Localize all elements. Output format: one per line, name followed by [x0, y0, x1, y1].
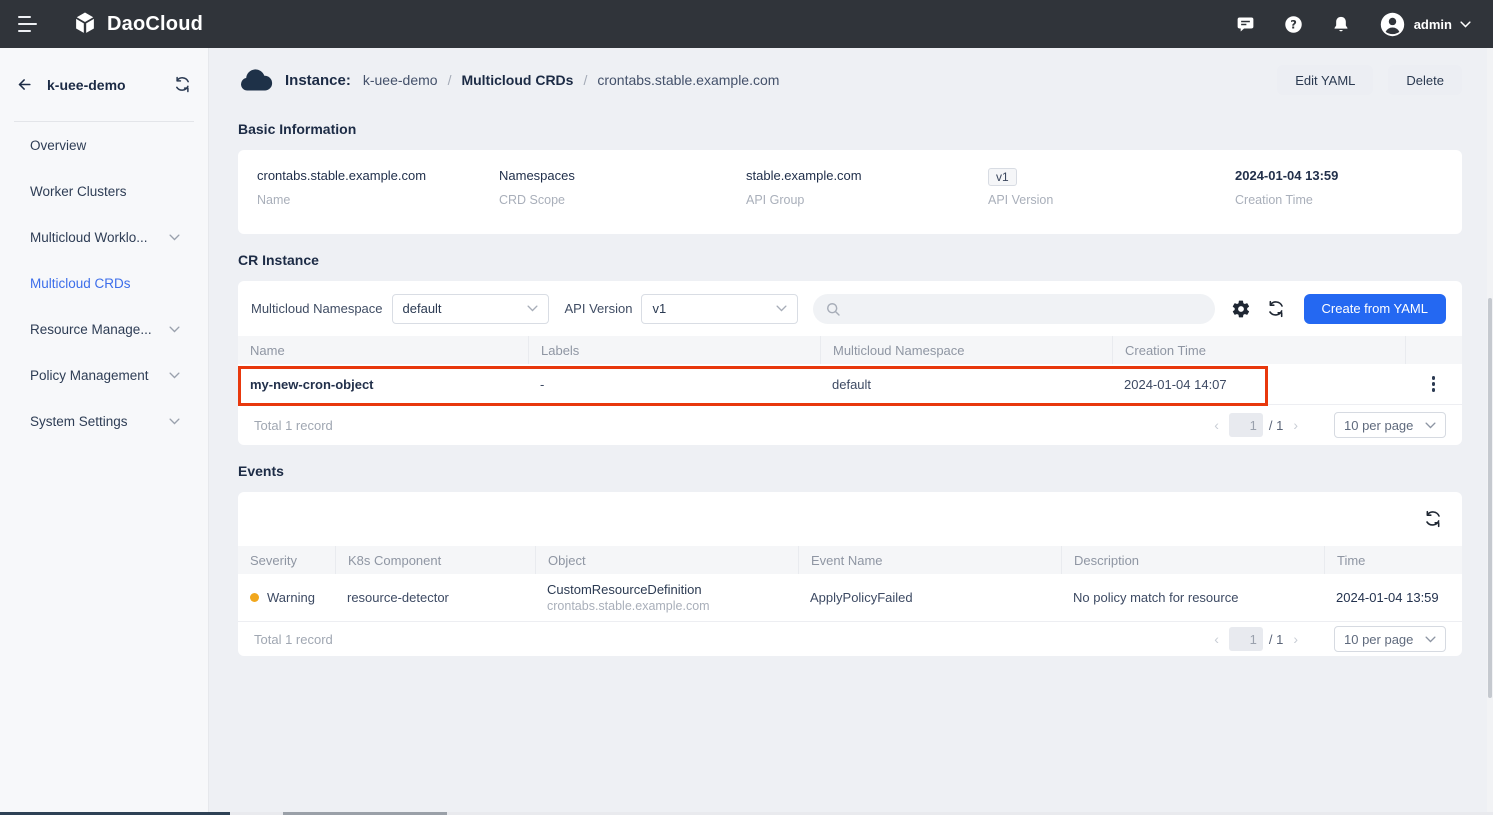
breadcrumb-crd-name: crontabs.stable.example.com	[597, 72, 779, 88]
svg-text:?: ?	[1290, 17, 1297, 31]
cr-namespace: default	[820, 377, 1112, 392]
events-table-header: Severity K8s Component Object Event Name…	[238, 546, 1462, 574]
chevron-down-icon	[527, 305, 538, 312]
breadcrumb-cluster[interactable]: k-uee-demo	[363, 72, 438, 88]
cr-creation-time: 2024-01-04 14:07	[1112, 377, 1405, 392]
create-from-yaml-button[interactable]: Create from YAML	[1304, 294, 1446, 324]
namespace-select[interactable]: default	[392, 294, 549, 324]
cr-total-records: Total 1 record	[254, 418, 1204, 433]
event-description: No policy match for resource	[1061, 590, 1324, 605]
sidebar-item-worker-clusters[interactable]: Worker Clusters	[0, 168, 208, 214]
chevron-down-icon	[169, 234, 180, 241]
events-title: Events	[238, 463, 1462, 479]
refresh-icon[interactable]	[1265, 298, 1287, 320]
search-icon	[825, 301, 841, 317]
warning-dot-icon	[250, 593, 259, 602]
chevron-down-icon	[169, 372, 180, 379]
events-toolbar	[238, 492, 1462, 546]
chevron-down-icon	[1425, 422, 1436, 429]
event-severity: Warning	[267, 590, 315, 605]
page-number-input[interactable]: 1	[1229, 627, 1263, 651]
event-component: resource-detector	[335, 590, 535, 605]
chevron-down-icon	[1425, 636, 1436, 643]
api-version-filter-label: API Version	[565, 301, 633, 316]
event-row: Warning resource-detector CustomResource…	[238, 574, 1462, 622]
api-version-tag: v1	[988, 168, 1017, 186]
next-page-icon[interactable]: ›	[1283, 631, 1308, 647]
user-menu[interactable]: admin	[1379, 11, 1471, 38]
sidebar-item-multicloud-crds[interactable]: Multicloud CRDs	[0, 260, 208, 306]
prev-page-icon[interactable]: ‹	[1204, 631, 1229, 647]
daocloud-cube-icon	[72, 11, 98, 37]
help-icon[interactable]: ?	[1283, 14, 1304, 35]
event-name: ApplyPolicyFailed	[798, 590, 1061, 605]
per-page-select[interactable]: 10 per page	[1334, 626, 1446, 652]
avatar	[1379, 11, 1406, 38]
events-refresh-icon[interactable]	[1422, 508, 1444, 530]
chevron-down-icon	[776, 305, 787, 312]
vertical-scrollbar[interactable]	[1487, 48, 1493, 815]
field-creation-time: 2024-01-04 13:59 Creation Time	[1235, 168, 1338, 234]
sidebar: k-uee-demo Overview Worker Clusters Mult…	[0, 48, 209, 815]
page-header: Instance: k-uee-demo / Multicloud CRDs /…	[238, 62, 1462, 98]
username: admin	[1414, 17, 1452, 32]
brand-name: DaoCloud	[107, 13, 203, 36]
next-page-icon[interactable]: ›	[1283, 417, 1308, 433]
notifications-bell-icon[interactable]	[1331, 14, 1352, 35]
sidebar-item-resource-management[interactable]: Resource Manage...	[0, 306, 208, 352]
per-page-select[interactable]: 10 per page	[1334, 412, 1446, 438]
cr-pagination: Total 1 record ‹ 1 / 1 › 10 per page	[238, 405, 1462, 445]
search-box[interactable]	[813, 294, 1214, 324]
messages-icon[interactable]	[1235, 14, 1256, 35]
cr-table-row[interactable]: my-new-cron-object - default 2024-01-04 …	[238, 364, 1462, 405]
switch-cluster-icon[interactable]	[173, 75, 192, 94]
delete-button[interactable]: Delete	[1388, 65, 1462, 95]
topbar: DaoCloud ?	[0, 0, 1493, 48]
sidebar-item-policy-management[interactable]: Policy Management	[0, 352, 208, 398]
sidebar-item-system-settings[interactable]: System Settings	[0, 398, 208, 444]
edit-yaml-button[interactable]: Edit YAML	[1277, 65, 1373, 95]
field-name: crontabs.stable.example.com Name	[257, 168, 499, 234]
namespace-filter-label: Multicloud Namespace	[251, 301, 383, 316]
cr-table-header: Name Labels Multicloud Namespace Creatio…	[238, 336, 1462, 364]
cr-name[interactable]: my-new-cron-object	[238, 377, 528, 392]
events-total-records: Total 1 record	[254, 632, 1204, 647]
cr-labels: -	[528, 377, 820, 392]
cluster-name: k-uee-demo	[47, 77, 173, 93]
column-settings-gear-icon[interactable]	[1230, 298, 1252, 320]
field-api-group: stable.example.com API Group	[746, 168, 988, 234]
events-pagination: Total 1 record ‹ 1 / 1 › 10 per page	[238, 622, 1462, 656]
prev-page-icon[interactable]: ‹	[1204, 417, 1229, 433]
cr-instance-title: CR Instance	[238, 252, 1462, 268]
event-object: CustomResourceDefinition crontabs.stable…	[535, 581, 798, 615]
event-time: 2024-01-04 13:59	[1324, 590, 1462, 605]
cr-filter-row: Multicloud Namespace default API Version…	[238, 281, 1462, 336]
menu-toggle-icon[interactable]	[18, 16, 40, 32]
cr-instance-card: Multicloud Namespace default API Version…	[238, 281, 1462, 445]
chevron-down-icon	[169, 326, 180, 333]
sidebar-item-overview[interactable]: Overview	[0, 122, 208, 168]
chevron-down-icon	[169, 418, 180, 425]
api-version-select[interactable]: v1	[641, 294, 798, 324]
field-crd-scope: Namespaces CRD Scope	[499, 168, 746, 234]
basic-info-title: Basic Information	[238, 121, 1462, 137]
brand-logo[interactable]: DaoCloud	[72, 11, 203, 37]
breadcrumb-multicloud-crds[interactable]: Multicloud CRDs	[461, 72, 573, 88]
main-content: Instance: k-uee-demo / Multicloud CRDs /…	[209, 48, 1493, 815]
basic-info-card: crontabs.stable.example.com Name Namespa…	[238, 150, 1462, 234]
field-api-version: v1 API Version	[988, 168, 1235, 234]
sidebar-item-multicloud-workloads[interactable]: Multicloud Worklo...	[0, 214, 208, 260]
search-input[interactable]	[849, 301, 1202, 316]
cloud-instance-icon	[238, 67, 274, 93]
back-arrow-icon[interactable]	[15, 76, 34, 93]
row-actions-kebab-icon[interactable]	[1428, 372, 1440, 396]
chevron-down-icon	[1460, 21, 1471, 28]
events-card: Severity K8s Component Object Event Name…	[238, 492, 1462, 656]
instance-label: Instance:	[285, 72, 351, 89]
page-number-input[interactable]: 1	[1229, 413, 1263, 437]
